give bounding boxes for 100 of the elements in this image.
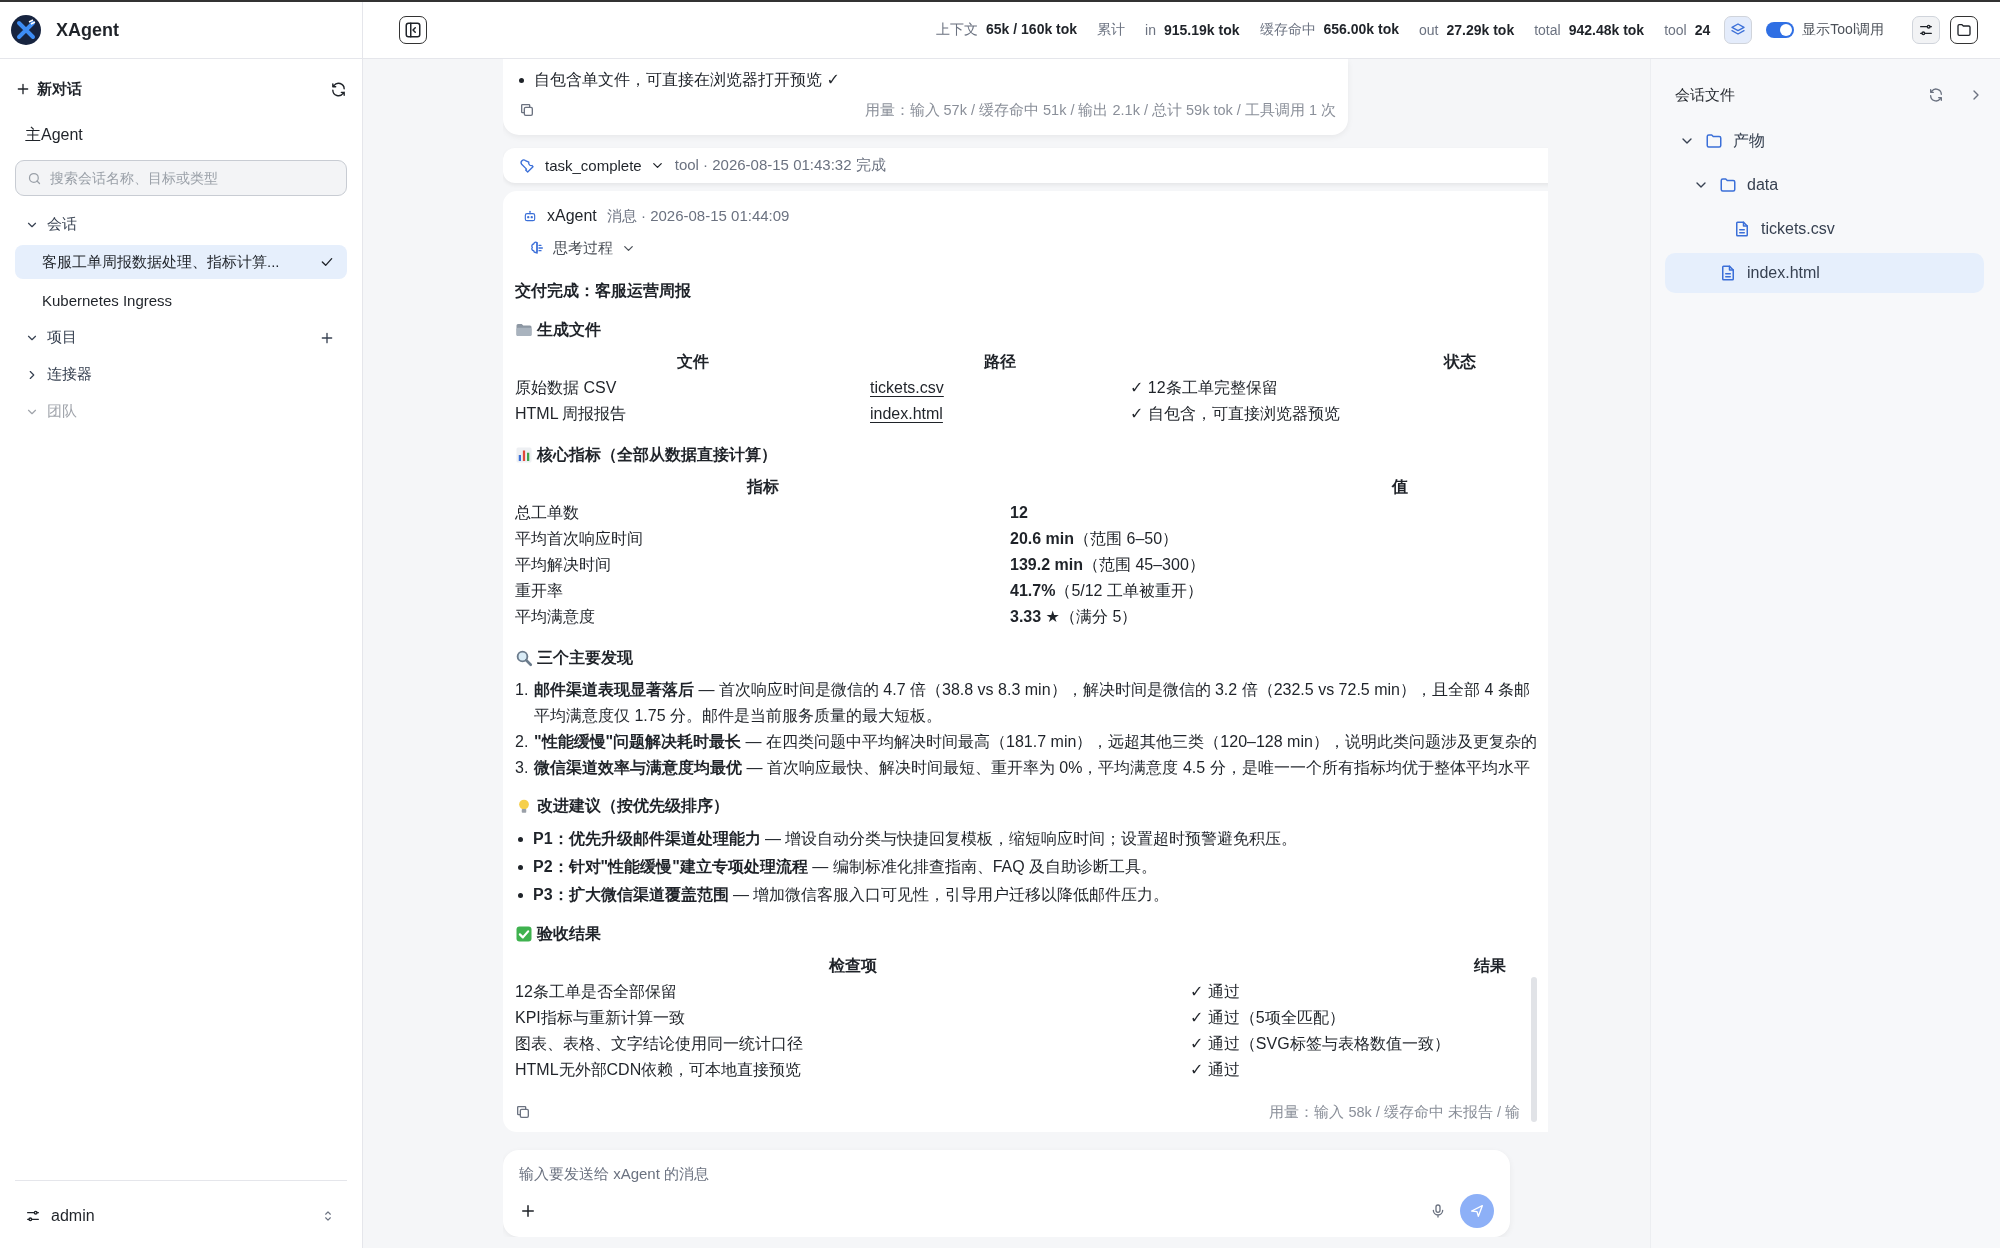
search-field[interactable]: 搜索会话名称、目标或类型 — [15, 160, 347, 196]
refresh-icon — [1928, 87, 1944, 103]
section-heading: 验收结果 — [537, 923, 601, 944]
folder-icon — [1719, 176, 1737, 194]
usage-text: 用量：输入 57k / 缓存命中 51k / 输出 2.1k / 总计 59k tok / 工具调用 1 次 — [864, 100, 1336, 120]
section-heading: 核心指标（全部从数据直接计算） — [537, 444, 777, 465]
stat-value: 27.29k tok — [1446, 22, 1515, 38]
copy-button[interactable] — [515, 1104, 531, 1120]
column-header: 结果 — [1474, 957, 1506, 974]
magnifier-icon — [515, 649, 533, 667]
message-text: 自包含单文件，可直接在浏览器打开预览 ✓ — [534, 70, 840, 90]
send-icon — [1469, 1203, 1485, 1219]
refresh-button[interactable] — [330, 80, 347, 98]
file-tree-item[interactable]: data — [1665, 165, 1984, 205]
folder-icon — [515, 321, 533, 339]
plus-icon — [15, 81, 31, 97]
tool-meta: tool · 2026-08-15 01:43:32 完成 — [674, 156, 886, 175]
file-tree-item[interactable]: tickets.csv — [1665, 209, 1984, 249]
table-cell: 原始数据 CSV — [515, 379, 617, 396]
stat-label: 上下文 — [936, 21, 979, 39]
refresh-icon — [330, 80, 347, 98]
plus-icon — [519, 1202, 537, 1220]
table-cell: 139.2 min（范围 45–300） — [1010, 556, 1205, 573]
column-header: 检查项 — [828, 957, 877, 974]
new-chat-button[interactable]: 新对话 — [15, 79, 82, 99]
file-tree-item[interactable]: 产物 — [1665, 121, 1984, 161]
files-button[interactable] — [1950, 16, 1978, 44]
suggestion-text: P1：优先升级邮件渠道处理能力 — 增设自动分类与快捷回复模板，缩短响应时间；设置超时预警避免积压。 — [533, 829, 1298, 849]
stat-label: 缓存命中 — [1259, 21, 1316, 39]
table-cell: ✓ 12条工单完整保留 — [1130, 379, 1278, 396]
table-cell: 12条工单是否全部保留 — [515, 983, 677, 1000]
sidebar-toggle-button[interactable] — [399, 16, 427, 44]
table-cell: 平均解决时间 — [515, 556, 611, 573]
checkbox-icon — [515, 925, 533, 943]
toggle-label: 显示Tool调用 — [1802, 21, 1884, 39]
column-header: 指标 — [746, 478, 779, 495]
app-name: XAgent — [56, 19, 119, 41]
table-cell: 图表、表格、文字结论使用同一统计口径 — [515, 1035, 803, 1052]
message-meta: 消息 · 2026-08-15 01:44:09 — [606, 206, 790, 226]
table-cell: 平均满意度 — [515, 608, 595, 625]
toggle-switch[interactable] — [1766, 22, 1795, 38]
panel-icon — [404, 21, 422, 39]
list-number: 2. — [515, 732, 530, 752]
column-header: 文件 — [676, 353, 709, 370]
suggestion-text: P2：针对"性能缓慢"建立专项处理流程 — 编制标准化排查指南、FAQ 及自助诊断工具。 — [533, 857, 1158, 877]
stat-label: tool — [1664, 22, 1687, 38]
conversation-item[interactable]: Kubernetes Ingress — [15, 283, 347, 317]
usage-text: 用量：输入 58k / 缓存命中 未报告 / 输 — [1269, 1102, 1520, 1122]
stat-label: 累计 — [1097, 21, 1126, 39]
message-composer[interactable]: 输入要发送给 xAgent 的消息 — [503, 1150, 1510, 1237]
bullet-dot — [518, 864, 523, 870]
agent-label[interactable]: 主Agent — [25, 126, 83, 143]
stat-value: 915.19k tok — [1164, 22, 1240, 38]
section-heading: 三个主要发现 — [537, 647, 633, 668]
bar-chart-icon — [515, 446, 533, 464]
bot-icon — [523, 209, 537, 223]
column-header: 值 — [1392, 478, 1408, 495]
file-link[interactable]: index.html — [870, 405, 943, 422]
section-heading: 生成文件 — [537, 319, 601, 340]
table-cell: ✓ 通过 — [1190, 983, 1240, 1000]
tool-call-row[interactable]: task_complete tool · 2026-08-15 01:43:32 完成 — [503, 148, 1548, 183]
file-link[interactable]: tickets.csv — [870, 379, 944, 396]
stat-label: in — [1145, 22, 1156, 38]
tool-name: task_complete — [545, 157, 642, 174]
scrollbar[interactable] — [1531, 977, 1537, 1122]
table-cell: 20.6 min（范围 6–50） — [1010, 530, 1179, 547]
section-header[interactable]: 会话 — [15, 206, 347, 243]
stat-value: 656.00k tok — [1323, 21, 1399, 39]
suggestion-text: P3：扩大微信渠道覆盖范围 — 增加微信客服入口可见性，引导用户迁移以降低邮件压力。 — [533, 885, 1170, 905]
table-cell: HTML无外部CDN依赖，可本地直接预览 — [515, 1061, 802, 1078]
stat-label: total — [1534, 22, 1561, 38]
copy-icon — [519, 102, 535, 118]
table-cell: 41.7%（5/12 工单被重开） — [1010, 582, 1203, 599]
attach-button[interactable] — [519, 1202, 537, 1220]
section-header[interactable]: 项目 — [15, 319, 347, 356]
copy-button[interactable] — [519, 102, 535, 118]
table-cell: ✓ 通过（SVG标签与表格数值一致） — [1190, 1035, 1450, 1052]
stat-value: 65k / 160k tok — [986, 21, 1078, 39]
section-header[interactable]: 连接器 — [15, 356, 347, 393]
settings-button[interactable] — [1912, 16, 1940, 44]
table-cell: 12 — [1010, 504, 1028, 521]
conversation-item[interactable]: 客服工单周报数据处理、指标计算... — [15, 245, 347, 279]
finding-text: 微信渠道效率与满意度均最优 — 首次响应最快、解决时间最短、重开率为 0%，平均满意度 4.5 分，是唯一一个所有指标均优于整体平均水平 — [534, 758, 1530, 778]
thinking-toggle[interactable]: 思考过程 — [529, 231, 636, 265]
table-cell: 总工单数 — [515, 504, 579, 521]
table-cell: ✓ 通过（5项全匹配） — [1190, 1009, 1345, 1026]
list-number: 3. — [515, 758, 530, 778]
table-cell: HTML 周报报告 — [515, 405, 627, 422]
column-header: 状态 — [1444, 353, 1476, 370]
panel-title: 会话文件 — [1675, 85, 1736, 105]
file-icon — [1719, 264, 1737, 282]
mic-icon — [1430, 1203, 1446, 1219]
section-heading: 改进建议（按优先级排序） — [537, 795, 729, 816]
file-icon — [1733, 220, 1751, 238]
list-number: 1. — [515, 680, 530, 700]
stat-value: 942.48k tok — [1568, 22, 1645, 38]
file-tree-item[interactable]: index.html — [1665, 253, 1984, 293]
user-menu[interactable]: admin — [15, 1180, 347, 1248]
finding-text: "性能缓慢"问题解决耗时最长 — 在四类问题中平均解决时间最高（181.7 min），远超其他三类（120–128 min），说明此类问题涉及更复杂的 — [534, 732, 1537, 752]
layers-button[interactable] — [1724, 16, 1753, 44]
